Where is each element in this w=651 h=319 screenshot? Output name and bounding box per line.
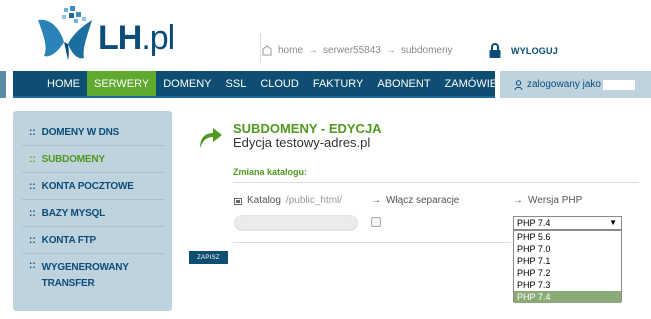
- nav-item-subscriber[interactable]: ABONENT: [370, 71, 437, 96]
- catalog-label: Katalog /public_html/: [234, 195, 342, 206]
- sidebar-item-label: SUBDOMENY: [41, 153, 105, 165]
- php-version-selected: PHP 7.4: [517, 218, 551, 228]
- sidebar-item-mail-accounts[interactable]: :: KONTA POCZTOWE: [22, 173, 163, 200]
- sidebar-item-label: DOMENY W DNS: [41, 126, 120, 138]
- lock-icon: [489, 43, 501, 58]
- sidebar-bullet: ::: [29, 234, 36, 246]
- logged-in-label: zalogowany jako: [527, 79, 601, 90]
- nav-item-cloud[interactable]: CLOUD: [253, 71, 306, 96]
- brand-name: LH.pl: [98, 19, 175, 57]
- section-heading: Zmiana katalogu:: [233, 167, 308, 177]
- page-title: SUBDOMENY - EDYCJA: [233, 121, 382, 136]
- arrow-icon: →: [371, 195, 381, 206]
- user-icon: [514, 79, 523, 90]
- catalog-input[interactable]: [234, 215, 358, 231]
- breadcrumb-home[interactable]: home: [278, 45, 303, 56]
- chevron-down-icon: ▼: [609, 218, 617, 227]
- php-option-7-4[interactable]: PHP 7.4: [514, 291, 621, 303]
- sidebar: :: DOMENY W DNS :: SUBDOMENY :: KONTA PO…: [13, 111, 172, 311]
- sidebar-item-label: KONTA POCZTOWE: [41, 180, 134, 192]
- nav-item-home[interactable]: HOME: [40, 71, 87, 96]
- sidebar-bullet: ::: [29, 180, 36, 192]
- nav-item-invoices[interactable]: FAKTURY: [306, 71, 371, 96]
- sidebar-item-label: WYGENEROWANY TRANSFER: [41, 262, 129, 289]
- save-button[interactable]: ZAPISZ: [189, 251, 228, 264]
- sidebar-bullet: ::: [29, 153, 36, 165]
- separation-checkbox[interactable]: [371, 217, 381, 227]
- breadcrumb: home → serwer55843 → subdomeny: [261, 44, 453, 56]
- sidebar-bullet: ::: [29, 260, 36, 271]
- sidebar-item-ftp-accounts[interactable]: :: KONTA FTP: [22, 227, 163, 254]
- page-subtitle: Edycja testowy-adres.pl: [233, 135, 371, 150]
- php-version-select[interactable]: PHP 7.4 ▼: [513, 216, 622, 230]
- nav-item-domains[interactable]: DOMENY: [156, 71, 218, 96]
- php-option-7-1[interactable]: PHP 7.1: [514, 255, 621, 267]
- sidebar-item-label: KONTA FTP: [41, 234, 97, 246]
- breadcrumb-subdomains[interactable]: subdomeny: [401, 45, 453, 56]
- logout-button[interactable]: WYLOGUJ: [489, 43, 558, 58]
- sidebar-item-subdomains[interactable]: :: SUBDOMENY: [22, 146, 163, 173]
- php-version-label: → Wersja PHP: [513, 195, 582, 206]
- php-option-5-6[interactable]: PHP 5.6: [514, 231, 621, 243]
- sidebar-item-generated-transfer[interactable]: :: WYGENEROWANY TRANSFER: [22, 254, 163, 294]
- separation-label: → Włącz separacje: [371, 195, 459, 206]
- logout-label: WYLOGUJ: [511, 45, 558, 56]
- breadcrumb-separator: →: [385, 44, 396, 56]
- butterfly-logo-icon: [38, 6, 92, 60]
- catalog-hint: /public_html/: [285, 195, 343, 206]
- catalog-label-text: Katalog: [247, 195, 281, 206]
- breadcrumb-server[interactable]: serwer55843: [323, 45, 381, 56]
- sidebar-item-mysql-databases[interactable]: :: BAZY MYSQL: [22, 200, 163, 227]
- divider: [233, 182, 639, 183]
- brand-name-bold: LH: [98, 19, 142, 57]
- separation-label-text: Włącz separacje: [386, 195, 460, 206]
- sidebar-item-label: BAZY MYSQL: [41, 207, 106, 219]
- breadcrumb-separator: →: [308, 44, 319, 56]
- php-option-7-3[interactable]: PHP 7.3: [514, 279, 621, 291]
- php-version-label-text: Wersja PHP: [528, 195, 583, 206]
- nav-left-edge: [0, 71, 6, 98]
- logged-in-user: zalogowany jako: [500, 71, 651, 98]
- nav-item-ssl[interactable]: SSL: [219, 71, 254, 96]
- main-nav: HOME SERWERY DOMENY SSL CLOUD FAKTURY AB…: [13, 71, 515, 98]
- sidebar-bullet: ::: [29, 126, 36, 138]
- brand-name-domain: .pl: [141, 19, 175, 57]
- divider: [233, 242, 511, 243]
- username-redacted: [602, 79, 635, 90]
- logo[interactable]: LH.pl: [36, 6, 206, 62]
- arrow-icon: →: [513, 195, 523, 206]
- folder-icon: [234, 197, 242, 205]
- curved-arrow-icon: [200, 128, 222, 148]
- php-version-dropdown: PHP 5.6 PHP 7.0 PHP 7.1 PHP 7.2 PHP 7.3 …: [513, 230, 622, 303]
- sidebar-bullet: ::: [29, 207, 36, 219]
- home-icon: [262, 45, 272, 56]
- php-option-7-0[interactable]: PHP 7.0: [514, 243, 621, 255]
- nav-item-servers[interactable]: SERWERY: [87, 71, 157, 96]
- sidebar-item-dns-domains[interactable]: :: DOMENY W DNS: [22, 119, 163, 146]
- php-option-7-2[interactable]: PHP 7.2: [514, 267, 621, 279]
